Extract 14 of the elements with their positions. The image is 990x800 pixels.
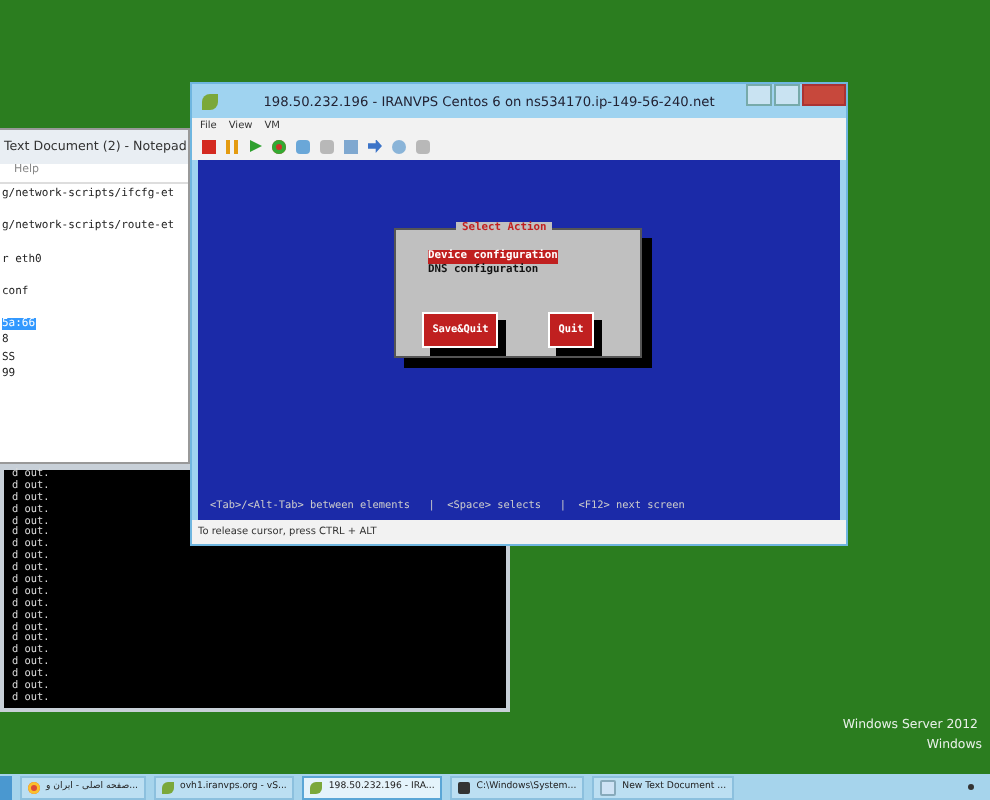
leaf-icon	[202, 93, 218, 109]
app-icon	[600, 779, 617, 795]
app-icon	[458, 781, 471, 793]
reset-icon[interactable]	[272, 139, 286, 153]
app-icon	[28, 781, 40, 793]
minimize-icon[interactable]	[746, 84, 772, 106]
app-icon	[310, 781, 323, 793]
maximize-icon[interactable]	[774, 84, 800, 106]
close-icon[interactable]	[802, 84, 846, 106]
stop-icon[interactable]	[202, 139, 216, 153]
start-button[interactable]	[0, 775, 12, 799]
pause-icon[interactable]	[226, 139, 240, 153]
tray-icon[interactable]	[968, 784, 974, 790]
app-icon	[162, 781, 175, 793]
